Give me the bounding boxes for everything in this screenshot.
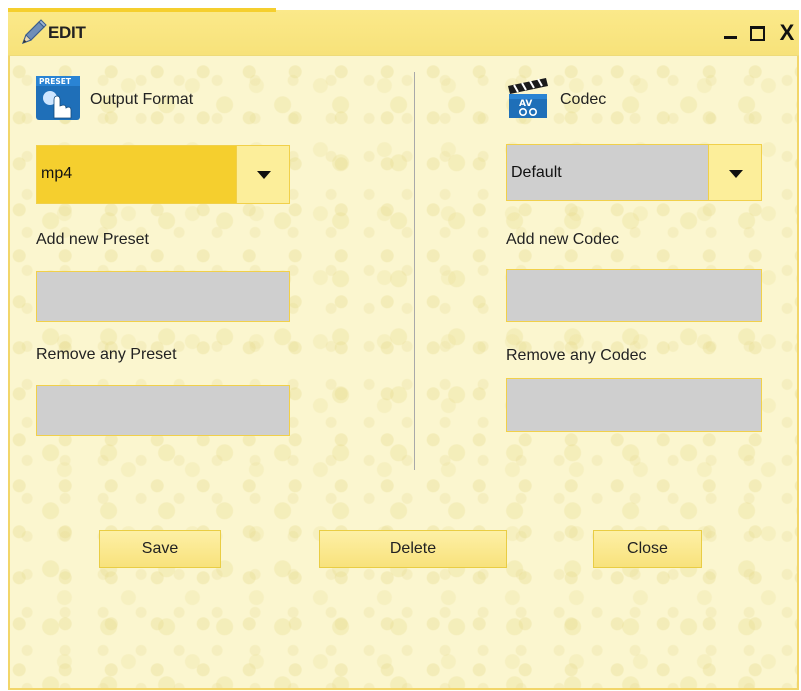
minimize-icon[interactable] (722, 22, 740, 44)
add-codec-field[interactable] (506, 269, 762, 322)
codec-icon-text: AV (519, 99, 532, 109)
column-divider (414, 72, 415, 470)
output-format-dropdown[interactable]: mp4 (36, 145, 290, 204)
add-codec-label: Add new Codec (506, 231, 619, 248)
window-title: EDIT (48, 23, 86, 42)
preset-icon-text: PRESET (39, 77, 72, 86)
delete-button[interactable]: Delete (319, 530, 507, 568)
av-codec-icon: AV (508, 78, 548, 118)
title-accent-bar (8, 8, 276, 12)
save-button[interactable]: Save (99, 530, 221, 568)
add-preset-field[interactable] (36, 271, 290, 322)
remove-preset-field[interactable] (36, 385, 290, 436)
remove-preset-label: Remove any Preset (36, 346, 177, 363)
remove-codec-label: Remove any Codec (506, 347, 647, 364)
chevron-down-icon[interactable] (236, 146, 289, 203)
title-bar[interactable]: EDIT X (8, 8, 799, 56)
close-window-icon[interactable]: X (776, 22, 798, 44)
preset-icon: PRESET (36, 76, 80, 120)
remove-codec-field[interactable] (506, 378, 762, 432)
close-button[interactable]: Close (593, 530, 702, 568)
maximize-icon[interactable] (748, 22, 766, 44)
chevron-down-icon[interactable] (708, 145, 761, 200)
output-format-value: mp4 (41, 165, 73, 182)
codec-dropdown[interactable]: Default (506, 144, 762, 201)
codec-label: Codec (560, 91, 607, 108)
output-format-label: Output Format (90, 91, 194, 108)
add-preset-label: Add new Preset (36, 231, 149, 248)
pencil-icon (21, 19, 47, 45)
codec-value: Default (511, 164, 562, 181)
